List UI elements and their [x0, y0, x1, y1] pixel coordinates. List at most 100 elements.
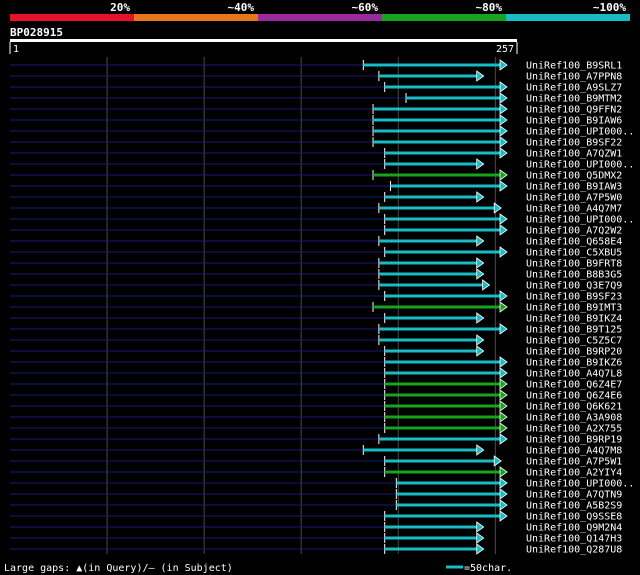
hit-label[interactable]: UniRef100_B9RP20 [526, 347, 622, 358]
hit-bar [384, 426, 501, 430]
hit-label[interactable]: UniRef100_Q3E7Q9 [526, 281, 622, 292]
hit-bar [373, 173, 501, 177]
hit-label[interactable]: UniRef100_Q5DMX2 [526, 171, 622, 182]
hit-arrowhead [499, 356, 508, 368]
hit-bar [384, 228, 501, 232]
hit-label[interactable]: UniRef100_A7QZW1 [526, 149, 622, 160]
hit-bar [384, 371, 501, 375]
hit-arrowhead [499, 466, 508, 478]
hit-arrowhead [499, 103, 508, 115]
hit-bar [384, 217, 501, 221]
query-bar [10, 39, 517, 42]
identity-legend-swatch [134, 14, 258, 21]
hit-arrowhead [499, 477, 508, 489]
hit-label[interactable]: UniRef100_Q9FFN2 [526, 105, 622, 116]
hit-bar [384, 514, 501, 518]
hit-bar [373, 107, 501, 111]
hit-label[interactable]: UniRef100_UPI000.. [526, 479, 634, 490]
hit-label[interactable]: UniRef100_B9FRT8 [526, 259, 622, 270]
hit-label[interactable]: UniRef100_A7PPN8 [526, 72, 622, 83]
hit-bar [363, 448, 478, 452]
hit-bar [396, 492, 501, 496]
hit-arrowhead [499, 125, 508, 137]
hit-label[interactable]: UniRef100_A4Q7L8 [526, 369, 622, 380]
hit-label[interactable]: UniRef100_Q6K621 [526, 402, 622, 413]
hit-label[interactable]: UniRef100_B9IKZ4 [526, 314, 622, 325]
hit-label[interactable]: UniRef100_Q9SSE8 [526, 512, 622, 523]
hit-arrowhead [476, 257, 485, 269]
hit-label[interactable]: UniRef100_C5XBU5 [526, 248, 622, 259]
identity-legend-label: ~40% [228, 1, 255, 14]
hit-label[interactable]: UniRef100_C5Z5C7 [526, 336, 622, 347]
hit-arrowhead [476, 543, 485, 555]
hit-label[interactable]: UniRef100_B9SF23 [526, 292, 622, 303]
hit-label[interactable]: UniRef100_B9IMT3 [526, 303, 622, 314]
hit-bar [378, 74, 478, 78]
hit-label[interactable]: UniRef100_A7P5W1 [526, 457, 622, 468]
hit-label[interactable]: UniRef100_Q658E4 [526, 237, 622, 248]
hit-bar [384, 85, 501, 89]
hit-bar [384, 470, 501, 474]
hit-arrowhead [499, 389, 508, 401]
hit-label[interactable]: UniRef100_A7P5W0 [526, 193, 622, 204]
hit-bar [406, 96, 501, 100]
footer: Large gaps: ▲(in Query)/– (in Subject) =… [4, 563, 512, 574]
hit-label[interactable]: UniRef100_UPI000.. [526, 127, 634, 138]
hit-label[interactable]: UniRef100_B9IKZ6 [526, 358, 622, 369]
hit-label[interactable]: UniRef100_UPI000.. [526, 215, 634, 226]
identity-legend-label: ~100% [593, 1, 626, 14]
identity-legend-label: ~60% [352, 1, 379, 14]
hit-bar [384, 349, 478, 353]
hit-arrowhead [499, 169, 508, 181]
hit-arrowhead [476, 268, 485, 280]
hit-label[interactable]: UniRef100_B9T125 [526, 325, 622, 336]
hit-bar [378, 206, 496, 210]
hit-label[interactable]: UniRef100_A3A908 [526, 413, 622, 424]
alignment-chart: 20% ~40% ~60% ~80% ~100% BP028915 1 257 UniR… [4, 1, 634, 574]
hit-label[interactable]: UniRef100_A5B2S9 [526, 501, 622, 512]
hit-arrowhead [499, 59, 508, 71]
hit-bar [378, 283, 484, 287]
hit-label[interactable]: UniRef100_A4Q7M7 [526, 204, 622, 215]
gaps-legend-label: Large gaps: ▲(in Query)/– (in Subject) [4, 563, 233, 574]
hit-label[interactable]: UniRef100_Q9M2N4 [526, 523, 622, 534]
hit-label[interactable]: UniRef100_A7QTN9 [526, 490, 622, 501]
hit-label[interactable]: UniRef100_A9SLZ7 [526, 83, 622, 94]
query-end-label: 257 [496, 44, 514, 55]
hit-bar [396, 503, 501, 507]
hit-arrowhead [493, 455, 502, 467]
hit-bar [396, 481, 501, 485]
hit-label[interactable]: UniRef100_B9SRL1 [526, 61, 622, 72]
hit-label[interactable]: UniRef100_B8B3G5 [526, 270, 622, 281]
hit-label[interactable]: UniRef100_B9MTM2 [526, 94, 622, 105]
hit-rows: UniRef100_B9SRL1UniRef100_A7PPN8UniRef10… [10, 59, 634, 556]
identity-legend-swatch [382, 14, 506, 21]
hit-label[interactable]: UniRef100_B9IAW6 [526, 116, 622, 127]
hit-label[interactable]: UniRef100_Q147H3 [526, 534, 622, 545]
hit-label[interactable]: UniRef100_A2X755 [526, 424, 622, 435]
hit-label[interactable]: UniRef100_Q6Z4E7 [526, 380, 622, 391]
hit-label[interactable]: UniRef100_UPI000.. [526, 160, 634, 171]
hit-arrowhead [482, 279, 491, 291]
hit-label[interactable]: UniRef100_Q287U8 [526, 545, 622, 556]
hit-arrowhead [499, 400, 508, 412]
hit-arrowhead [476, 334, 485, 346]
hit-label[interactable]: UniRef100_B9SF22 [526, 138, 622, 149]
hit-label[interactable]: UniRef100_Q6Z4E6 [526, 391, 622, 402]
hit-bar [384, 382, 501, 386]
query-name: BP028915 [10, 26, 63, 39]
hit-arrowhead [499, 488, 508, 500]
hit-bar [378, 261, 478, 265]
hit-arrowhead [476, 521, 485, 533]
hit-label[interactable]: UniRef100_B9RP19 [526, 435, 622, 446]
hit-arrowhead [476, 191, 485, 203]
hit-label[interactable]: UniRef100_A7Q2W2 [526, 226, 622, 237]
hit-bar [378, 327, 501, 331]
hit-label[interactable]: UniRef100_B9IAW3 [526, 182, 622, 193]
hit-arrowhead [499, 411, 508, 423]
hit-label[interactable]: UniRef100_A2YIY4 [526, 468, 622, 479]
identity-legend-swatch [506, 14, 630, 21]
hit-bar [384, 294, 501, 298]
hit-bar [384, 151, 501, 155]
hit-label[interactable]: UniRef100_A4Q7M8 [526, 446, 622, 457]
